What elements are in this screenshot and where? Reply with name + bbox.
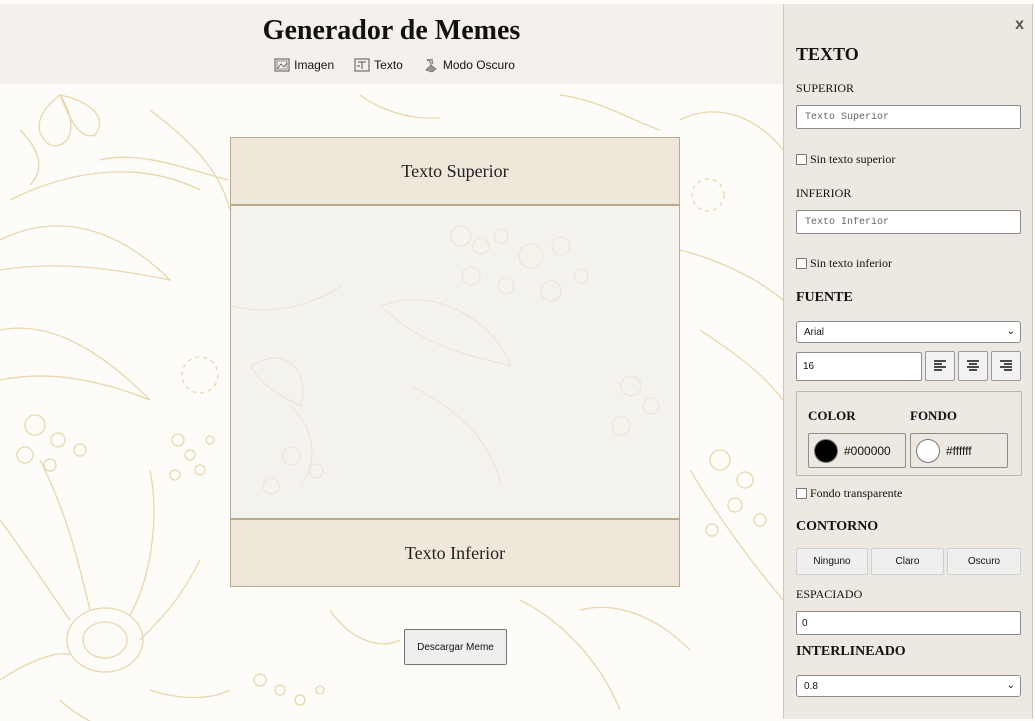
download-meme-button[interactable]: Descargar Meme: [404, 629, 507, 665]
align-left-button[interactable]: [925, 351, 955, 381]
app-header: Generador de Memes Imagen Texto Modo Osc: [0, 4, 783, 84]
transparent-background-option[interactable]: Fondo transparente: [796, 486, 902, 501]
align-right-button[interactable]: [991, 351, 1021, 381]
text-color-value: #000000: [844, 443, 891, 458]
meme-image-pattern: [230, 225, 660, 495]
outline-dark-button[interactable]: Oscuro: [947, 548, 1021, 575]
align-right-icon: [1000, 360, 1012, 371]
background-color-picker[interactable]: #ffffff: [910, 433, 1008, 468]
spacing-input[interactable]: 0: [796, 611, 1021, 635]
background-color-swatch: [916, 438, 940, 463]
no-bottom-text-option[interactable]: Sin texto inferior: [796, 256, 892, 271]
no-top-text-checkbox[interactable]: [796, 154, 807, 165]
text-icon: [354, 58, 370, 72]
transparent-background-checkbox[interactable]: [796, 488, 807, 499]
line-height-heading: INTERLINEADO: [796, 644, 906, 659]
chevron-down-icon: ⌄: [1006, 680, 1015, 691]
background-color-value: #ffffff: [946, 443, 972, 458]
line-height-select[interactable]: 0.8 ⌄: [796, 675, 1021, 697]
meme-canvas: Texto Superior Texto Inferior: [230, 137, 680, 587]
meme-top-text: Texto Superior: [231, 138, 679, 206]
transparent-background-label: Fondo transparente: [810, 486, 903, 500]
bottom-text-label: INFERIOR: [796, 186, 852, 200]
top-text-input[interactable]: [796, 105, 1021, 129]
no-top-text-label: Sin texto superior: [810, 152, 896, 166]
no-bottom-text-label: Sin texto inferior: [810, 256, 892, 270]
meme-image-area: [230, 206, 679, 518]
paint-icon: [425, 58, 437, 73]
font-heading: FUENTE: [796, 290, 853, 305]
bottom-text-input[interactable]: [796, 210, 1021, 234]
outline-heading: CONTORNO: [796, 519, 879, 534]
text-color-swatch: [814, 438, 838, 463]
background-heading: FONDO: [910, 408, 957, 423]
text-color-picker[interactable]: #000000: [808, 433, 906, 468]
nav-texto[interactable]: Texto: [354, 57, 403, 73]
spacing-label: ESPACIADO: [796, 587, 863, 601]
chevron-down-icon: ⌄: [1006, 326, 1015, 337]
outline-none-button[interactable]: Ninguno: [796, 548, 868, 575]
font-size-input[interactable]: 16: [796, 352, 922, 381]
no-top-text-option[interactable]: Sin texto superior: [796, 152, 895, 167]
nav-texto-label: Texto: [374, 58, 403, 72]
nav-modo-oscuro-label: Modo Oscuro: [442, 58, 515, 72]
panel-title: TEXTO: [796, 44, 859, 64]
nav-modo-oscuro[interactable]: Modo Oscuro: [423, 57, 515, 73]
top-nav: Imagen Texto Modo Oscuro: [0, 57, 783, 73]
align-center-icon: [967, 360, 979, 371]
top-text-label: SUPERIOR: [796, 81, 855, 95]
page-title: Generador de Memes: [262, 15, 521, 46]
align-center-button[interactable]: [958, 351, 988, 381]
outline-light-button[interactable]: Claro: [871, 548, 944, 575]
align-left-icon: [934, 360, 946, 371]
text-settings-panel: x TEXTO SUPERIOR Sin texto superior INFE…: [783, 4, 1033, 719]
meme-bottom-text: Texto Inferior: [231, 518, 679, 586]
line-height-value: 0.8: [804, 680, 818, 692]
font-family-select[interactable]: Arial ⌄: [796, 321, 1021, 343]
nav-imagen-label: Imagen: [294, 58, 335, 72]
nav-imagen[interactable]: Imagen: [274, 57, 334, 73]
font-family-value: Arial: [804, 326, 825, 338]
no-bottom-text-checkbox[interactable]: [796, 258, 807, 269]
color-heading: COLOR: [808, 408, 856, 423]
font-size-value: 16: [803, 361, 815, 372]
close-panel-button[interactable]: x: [1015, 16, 1024, 34]
spacing-value: 0: [802, 617, 808, 629]
image-icon: [274, 58, 290, 72]
